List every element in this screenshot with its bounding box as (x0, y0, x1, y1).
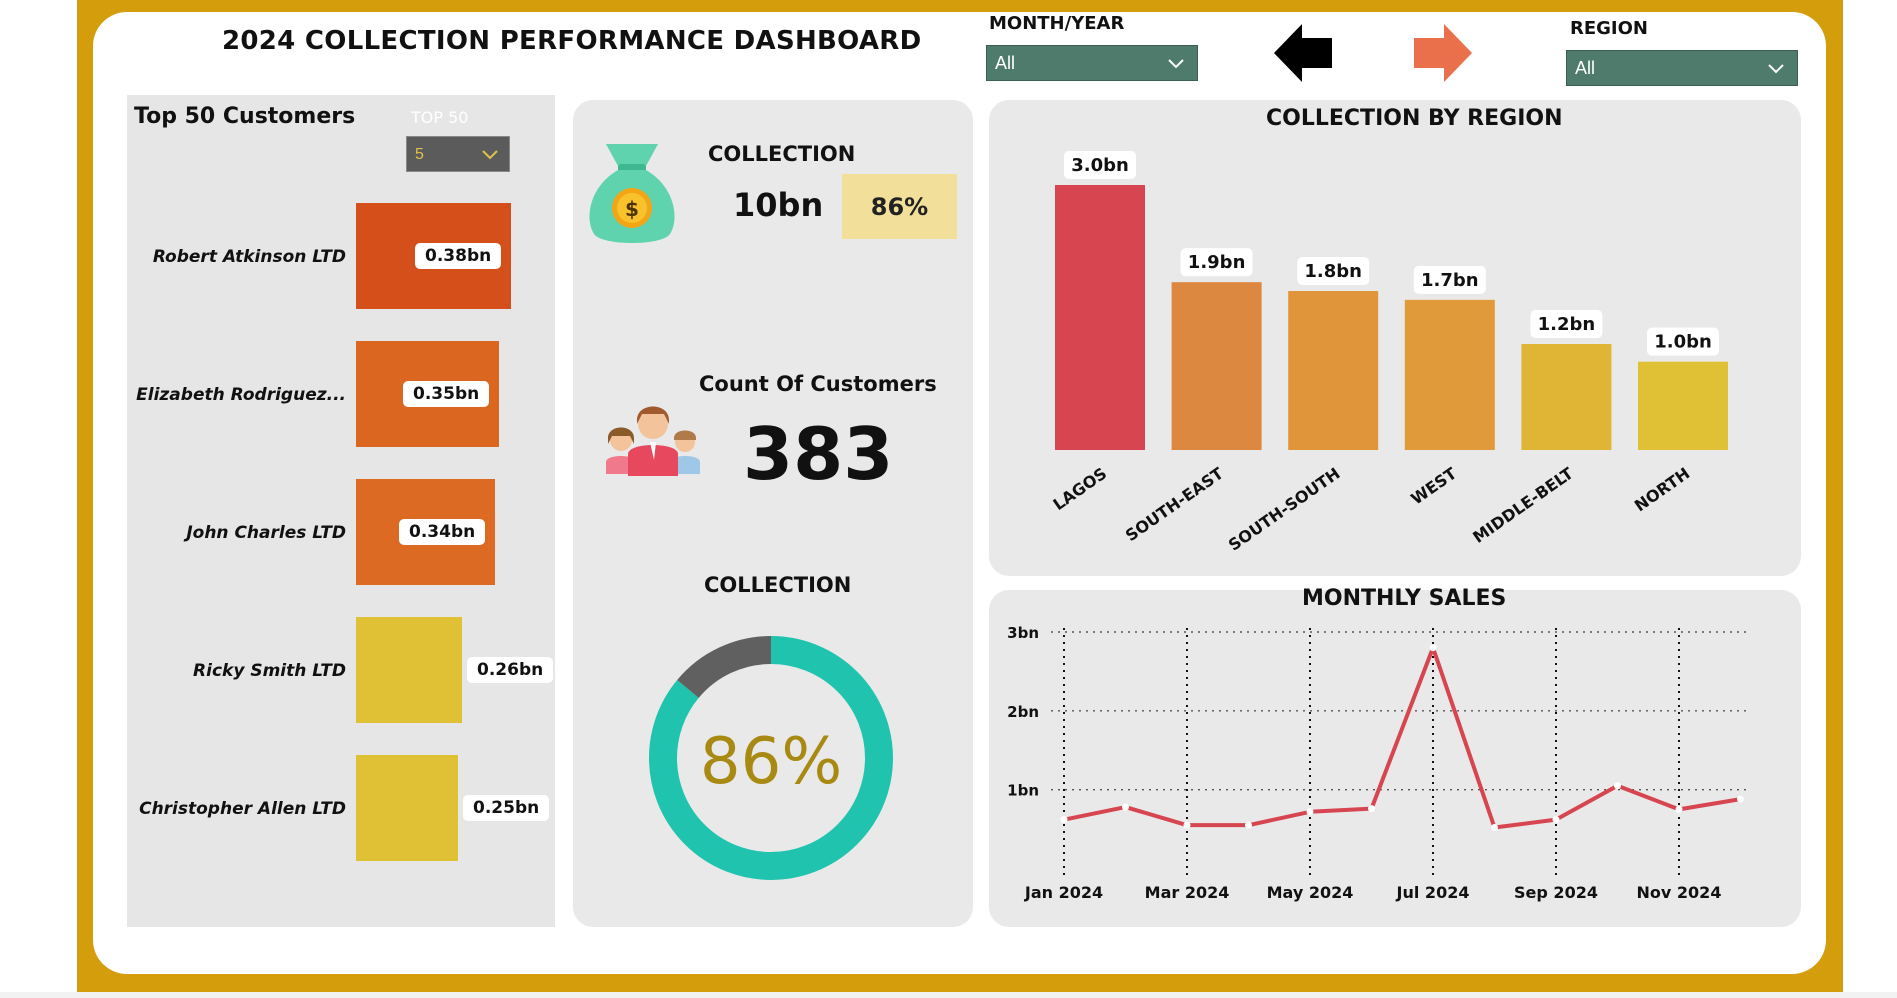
region-label: REGION (1570, 18, 1648, 39)
monthly-sales-point (1368, 805, 1375, 813)
monthly-sales-point (1060, 816, 1068, 824)
customer-name: Christopher Allen LTD (139, 799, 346, 819)
collection-donut-chart: 86% (649, 636, 893, 880)
month-year-dropdown[interactable]: All (986, 45, 1198, 81)
region-category-label: WEST (1407, 464, 1460, 509)
arrow-right-icon[interactable] (1412, 24, 1472, 82)
monthly-sales-point (1614, 782, 1621, 790)
region-value-label: 1.9bn (1188, 252, 1246, 273)
region-value: All (1575, 58, 1596, 78)
chevron-down-icon (1768, 64, 1784, 74)
x-tick-label: Nov 2024 (1637, 883, 1722, 902)
collection-pct-value: 86% (870, 193, 929, 221)
customer-name: Ricky Smith LTD (193, 661, 346, 681)
arrow-left-icon[interactable] (1274, 24, 1334, 82)
donut-title: COLLECTION (704, 573, 852, 597)
chevron-down-icon (482, 150, 498, 160)
top-customers-title: Top 50 Customers (134, 104, 356, 129)
chevron-down-icon (1168, 59, 1184, 69)
customers-kpi-value: 383 (743, 412, 894, 496)
donut-center-label: 86% (700, 725, 842, 799)
monthly-sales-point (1429, 644, 1437, 652)
monthly-sales-point (1737, 795, 1744, 803)
region-value-label: 1.7bn (1421, 270, 1479, 291)
monthly-sales-point (1552, 816, 1560, 824)
region-value-label: 3.0bn (1071, 155, 1129, 176)
region-bar (1521, 344, 1612, 450)
region-category-label: MIDDLE-BELT (1469, 464, 1576, 547)
monthly-sales-point (1183, 821, 1191, 829)
customer-value-label: 0.35bn (403, 381, 490, 407)
month-year-value: All (995, 53, 1016, 73)
dashboard-title: 2024 COLLECTION PERFORMANCE DASHBOARD (222, 26, 922, 56)
region-category-label: LAGOS (1050, 464, 1111, 514)
customers-kpi-label: Count Of Customers (699, 372, 937, 396)
monthly-sales-line (1063, 645, 1741, 830)
customer-bar[interactable] (356, 755, 458, 861)
monthly-sales-point (1675, 805, 1683, 813)
customer-name: John Charles LTD (186, 523, 346, 543)
customer-value-label: 0.38bn (415, 243, 502, 269)
x-tick-label: May 2024 (1267, 883, 1354, 902)
topn-value: 5 (415, 146, 424, 163)
region-bar (1171, 282, 1262, 450)
y-tick-label: 3bn (1007, 624, 1039, 642)
region-value-label: 1.2bn (1538, 314, 1596, 335)
region-bar (1288, 291, 1379, 450)
collection-kpi-label: COLLECTION (708, 142, 856, 166)
customer-value-label: 0.26bn (467, 657, 554, 683)
customer-name: Elizabeth Rodriguez... (136, 385, 346, 405)
customers-icon (606, 406, 700, 476)
region-category-label: SOUTH-EAST (1122, 464, 1227, 545)
y-tick-label: 1bn (1007, 782, 1039, 800)
topn-label: TOP 50 (411, 108, 469, 127)
monthly-sales-line-chart: 1bn 2bn 3bn Jan 2024 Mar 2024 May 2024 Jul 202… (1007, 624, 1749, 902)
topn-dropdown[interactable]: 5 (406, 136, 510, 172)
region-category-label: SOUTH-SOUTH (1225, 464, 1344, 555)
month-year-label: MONTH/YEAR (989, 13, 1125, 34)
bottom-strip (0, 992, 1897, 998)
monthly-sales-point (1122, 803, 1129, 811)
region-bar (1638, 361, 1728, 450)
x-tick-label: Sep 2024 (1514, 883, 1598, 902)
region-dropdown[interactable]: All (1566, 50, 1798, 86)
money-bag-icon: $ (589, 144, 675, 243)
customer-value-label: 0.34bn (399, 519, 486, 545)
x-tick-label: Jul 2024 (1396, 883, 1470, 902)
x-tick-label: Mar 2024 (1145, 883, 1230, 902)
customer-value-label: 0.25bn (463, 795, 550, 821)
customer-name: Robert Atkinson LTD (152, 247, 346, 267)
monthly-sales-point (1245, 821, 1252, 829)
region-value-label: 1.8bn (1304, 261, 1362, 282)
monthly-sales-point (1491, 824, 1498, 832)
y-tick-label: 2bn (1007, 703, 1039, 721)
region-bar-chart: 3.0bn LAGOS 1.9bn SOUTH-EAST 1.8bn SOUTH-SOUT… (1050, 151, 1728, 555)
region-bar (1404, 299, 1495, 450)
region-value-label: 1.0bn (1654, 332, 1712, 353)
collection-pct-box: 86% (842, 174, 957, 239)
customer-bar[interactable] (356, 617, 462, 723)
collection-kpi-value: 10bn (733, 186, 824, 224)
region-category-label: NORTH (1631, 464, 1693, 516)
svg-text:$: $ (625, 197, 639, 221)
region-bar (1055, 185, 1145, 450)
x-tick-label: Jan 2024 (1024, 883, 1103, 902)
monthly-sales-point (1306, 808, 1314, 816)
